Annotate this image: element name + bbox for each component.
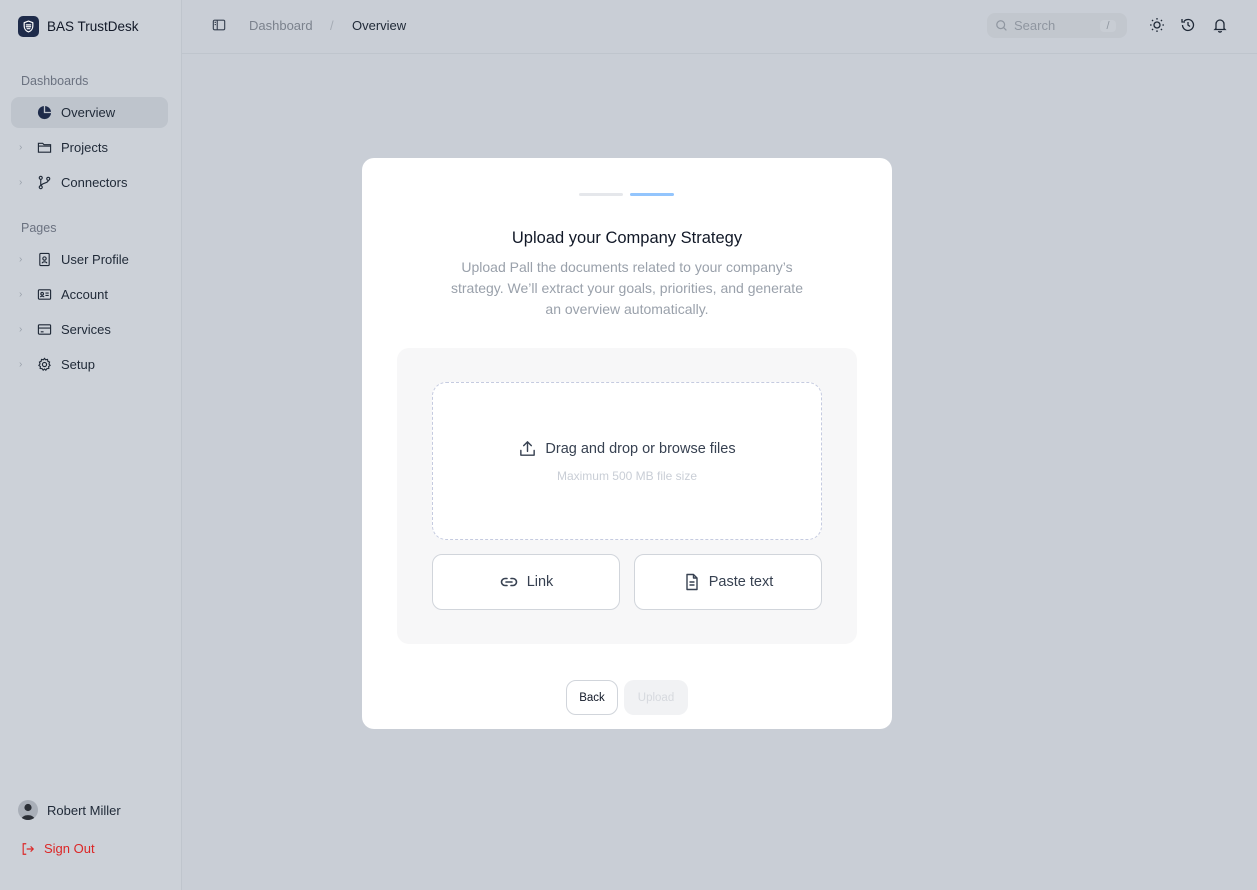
brand[interactable]: BAS TrustDesk: [18, 16, 139, 37]
modal-title: Upload your Company Strategy: [511, 229, 743, 247]
app-name: BAS TrustDesk: [47, 19, 139, 34]
link-button[interactable]: Link: [432, 554, 620, 610]
avatar: [18, 800, 38, 820]
sidebar-item-projects[interactable]: › Projects: [11, 132, 168, 163]
search-box[interactable]: /: [987, 13, 1127, 38]
sidebar-item-label: Services: [61, 322, 111, 337]
search-icon: [996, 20, 1007, 31]
chevron-right-icon: ›: [19, 359, 23, 370]
sidebar-item-services[interactable]: › Services: [11, 314, 168, 345]
breadcrumb-overview: Overview: [352, 18, 407, 33]
sidebar-item-account[interactable]: › Account: [11, 279, 168, 310]
search-input[interactable]: [1014, 18, 1100, 33]
dropzone-label: Drag and drop or browse files: [545, 440, 736, 457]
file-dropzone[interactable]: Drag and drop or browse files Maximum 50…: [432, 382, 822, 540]
history-icon[interactable]: [1180, 17, 1196, 33]
sidebar: BAS TrustDesk Dashboards Overview › Proj…: [0, 0, 182, 890]
chevron-right-icon: ›: [19, 324, 23, 335]
dropzone-hint: Maximum 500 MB file size: [556, 469, 698, 483]
id-card-icon: [36, 287, 52, 303]
breadcrumb-separator: /: [330, 18, 334, 33]
sidebar-item-label: User Profile: [61, 252, 129, 267]
sign-out-button[interactable]: Sign Out: [21, 841, 95, 856]
sidebar-item-setup[interactable]: › Setup: [11, 349, 168, 380]
pie-chart-icon: [36, 105, 52, 121]
chevron-right-icon: ›: [19, 177, 23, 188]
sidebar-item-label: Setup: [61, 357, 95, 372]
chevron-right-icon: ›: [19, 142, 23, 153]
bell-icon[interactable]: [1212, 17, 1228, 33]
breadcrumb-dashboard[interactable]: Dashboard: [249, 18, 313, 33]
step-indicator-2-active: [630, 193, 674, 196]
sidebar-toggle-icon[interactable]: [212, 18, 226, 32]
modal-description: Upload Pall the documents related to you…: [451, 259, 803, 317]
upload-panel: Drag and drop or browse files Maximum 50…: [397, 348, 857, 644]
sidebar-item-user-profile[interactable]: › User Profile: [11, 244, 168, 275]
sign-out-label: Sign Out: [44, 841, 95, 856]
upload-button[interactable]: Upload: [624, 680, 688, 715]
section-label-pages: Pages: [21, 221, 57, 235]
sidebar-item-label: Projects: [61, 140, 108, 155]
shield-logo-icon: [18, 16, 39, 37]
gear-icon: [36, 357, 52, 373]
sidebar-item-overview[interactable]: Overview: [11, 97, 168, 128]
link-icon: [500, 577, 517, 587]
user-name: Robert Miller: [47, 802, 121, 818]
step-indicator-1: [579, 193, 623, 196]
link-button-label: Link: [526, 574, 554, 590]
upload-icon: [520, 441, 536, 456]
paste-text-button-label: Paste text: [708, 574, 774, 590]
back-button[interactable]: Back: [566, 680, 618, 715]
document-icon: [686, 573, 698, 591]
sidebar-item-label: Account: [61, 287, 108, 302]
upload-strategy-modal: Upload your Company Strategy Upload Pall…: [362, 158, 892, 729]
paste-text-button[interactable]: Paste text: [634, 554, 822, 610]
search-shortcut-badge: /: [1100, 19, 1116, 32]
id-badge-icon: [36, 252, 52, 268]
git-branch-icon: [36, 175, 52, 191]
sign-out-icon: [22, 842, 35, 855]
credit-card-icon: [36, 322, 52, 338]
sun-icon[interactable]: [1149, 17, 1165, 33]
chevron-right-icon: ›: [19, 289, 23, 300]
sidebar-item-connectors[interactable]: › Connectors: [11, 167, 168, 198]
chevron-right-icon: ›: [19, 254, 23, 265]
top-bar: Dashboard / Overview /: [182, 0, 1257, 54]
section-label-dashboards: Dashboards: [21, 74, 89, 88]
sidebar-item-label: Overview: [61, 105, 116, 120]
folder-icon: [36, 140, 52, 156]
sidebar-item-label: Connectors: [61, 175, 128, 190]
user-profile-link[interactable]: Robert Miller: [18, 800, 121, 820]
